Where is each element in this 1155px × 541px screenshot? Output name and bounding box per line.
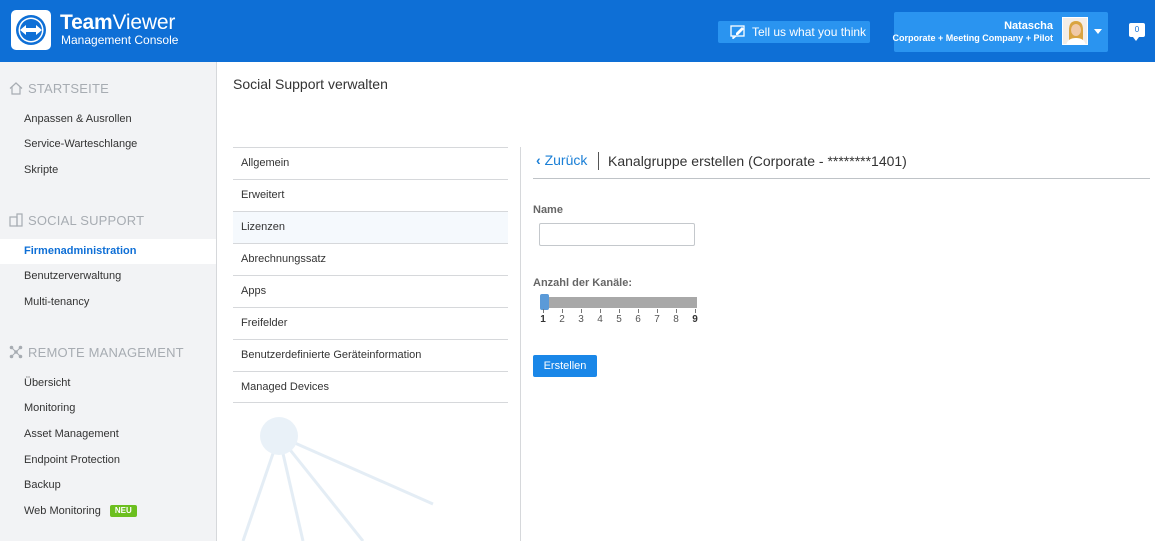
slider-tick-mark (580, 309, 582, 313)
slider-tick: 1 (537, 309, 549, 325)
new-badge: NEU (109, 505, 137, 517)
avatar (1062, 17, 1088, 45)
sub-nav-freifelder[interactable]: Freifelder (233, 307, 508, 339)
slider-tick-label: 8 (673, 314, 679, 325)
slider-tick-label: 3 (578, 314, 584, 325)
user-menu[interactable]: Natascha Corporate + Meeting Company + P… (892, 12, 1108, 52)
sidebar-item-web-monitoring[interactable]: Web Monitoring NEU (0, 499, 216, 524)
slider-tick: 8 (670, 309, 682, 325)
slider-tick-label: 2 (559, 314, 565, 325)
slider-tick-label: 9 (692, 314, 698, 325)
slider-tick-label: 4 (597, 314, 603, 325)
slider-tick: 4 (594, 309, 606, 325)
building-icon (9, 213, 24, 230)
slider-tick: 9 (689, 309, 701, 325)
slider-tick-label: 7 (654, 314, 660, 325)
sidebar: STARTSEITE Anpassen & Ausrollen Service-… (0, 62, 217, 541)
slider-tick-mark (542, 309, 544, 313)
slider-tick: 3 (575, 309, 587, 325)
sub-nav-apps[interactable]: Apps (233, 275, 508, 307)
slider-tick-mark (694, 309, 696, 313)
channels-label: Anzahl der Kanäle: (533, 277, 633, 289)
content-divider (520, 147, 521, 541)
brand-subtitle: Management Console (61, 33, 179, 47)
sub-nav-erweitert[interactable]: Erweitert (233, 179, 508, 211)
channels-slider-handle[interactable] (540, 294, 549, 310)
slider-tick-label: 6 (635, 314, 641, 325)
sub-nav-abrechnungssatz[interactable]: Abrechnungssatz (233, 243, 508, 275)
sidebar-section-title: STARTSEITE (28, 81, 109, 96)
page-title: Social Support verwalten (233, 76, 388, 92)
feedback-icon (730, 25, 745, 39)
feedback-button[interactable]: Tell us what you think (718, 21, 870, 43)
slider-tick: 5 (613, 309, 625, 325)
form-divider (533, 178, 1150, 179)
sub-nav-geraeteinformation[interactable]: Benutzerdefinierte Geräteinformation (233, 339, 508, 371)
sidebar-item-endpoint-protection[interactable]: Endpoint Protection (0, 448, 216, 473)
sidebar-section-title: REMOTE MANAGEMENT (28, 345, 184, 360)
header-separator (598, 152, 599, 170)
slider-tick-mark (561, 309, 563, 313)
home-icon (9, 82, 24, 98)
sidebar-section-social-support: SOCIAL SUPPORT (9, 213, 144, 230)
sub-nav-lizenzen[interactable]: Lizenzen (233, 211, 508, 243)
sidebar-item-backup[interactable]: Backup (0, 473, 216, 498)
sidebar-item-benutzerverwaltung[interactable]: Benutzerverwaltung (0, 264, 216, 289)
sidebar-item-firmenadministration[interactable]: Firmenadministration (0, 239, 216, 264)
form-title: Kanalgruppe erstellen (Corporate - *****… (608, 153, 907, 169)
sidebar-item-monitoring[interactable]: Monitoring (0, 396, 216, 421)
sidebar-item-asset-management[interactable]: Asset Management (0, 422, 216, 447)
sidebar-item-anpassen[interactable]: Anpassen & Ausrollen (0, 107, 216, 132)
feedback-label: Tell us what you think (752, 25, 867, 39)
slider-tick-mark (599, 309, 601, 313)
background-network-graphic (241, 417, 434, 541)
channels-slider-track[interactable] (541, 297, 697, 308)
teamviewer-logo-icon[interactable] (11, 10, 51, 50)
slider-tick-mark (618, 309, 620, 313)
sidebar-item-service-queue[interactable]: Service-Warteschlange (0, 132, 216, 157)
top-header: TeamViewer Management Console Tell us wh… (0, 0, 1155, 62)
slider-tick: 7 (651, 309, 663, 325)
slider-tick: 6 (632, 309, 644, 325)
sidebar-item-multi-tenancy[interactable]: Multi-tenancy (0, 290, 216, 315)
slider-tick: 2 (556, 309, 568, 325)
sidebar-item-label: Web Monitoring (24, 505, 101, 517)
slider-tick-label: 1 (540, 314, 546, 325)
sub-nav-managed-devices[interactable]: Managed Devices (233, 371, 508, 403)
chevron-left-icon: ‹ (536, 152, 541, 168)
chevron-down-icon (1094, 29, 1102, 34)
sidebar-item-skripte[interactable]: Skripte (0, 158, 216, 183)
user-org: Corporate + Meeting Company + Pilot (892, 33, 1053, 43)
slider-tick-label: 5 (616, 314, 622, 325)
channels-slider-ticks: 1 2 3 4 5 6 7 8 9 (540, 309, 698, 333)
name-input[interactable] (539, 223, 695, 246)
sidebar-item-uebersicht[interactable]: Übersicht (0, 371, 216, 396)
sidebar-section-startseite: STARTSEITE (9, 81, 109, 98)
slider-tick-mark (675, 309, 677, 313)
settings-sub-nav: Allgemein Erweitert Lizenzen Abrechnungs… (233, 147, 508, 403)
notification-icon[interactable]: 0 (1129, 23, 1145, 41)
sidebar-section-remote-management: REMOTE MANAGEMENT (9, 345, 184, 362)
back-link[interactable]: ‹ Zurück (536, 152, 587, 168)
notification-count: 0 (1134, 25, 1140, 34)
back-label: Zurück (544, 152, 588, 168)
slider-tick-mark (656, 309, 658, 313)
slider-tick-mark (637, 309, 639, 313)
sidebar-section-title: SOCIAL SUPPORT (28, 213, 145, 228)
brand-title: TeamViewer (60, 11, 176, 34)
network-icon (9, 345, 24, 362)
user-name: Natascha (1004, 20, 1053, 32)
sub-nav-allgemein[interactable]: Allgemein (233, 147, 508, 179)
name-label: Name (533, 204, 563, 216)
create-button[interactable]: Erstellen (533, 355, 597, 377)
